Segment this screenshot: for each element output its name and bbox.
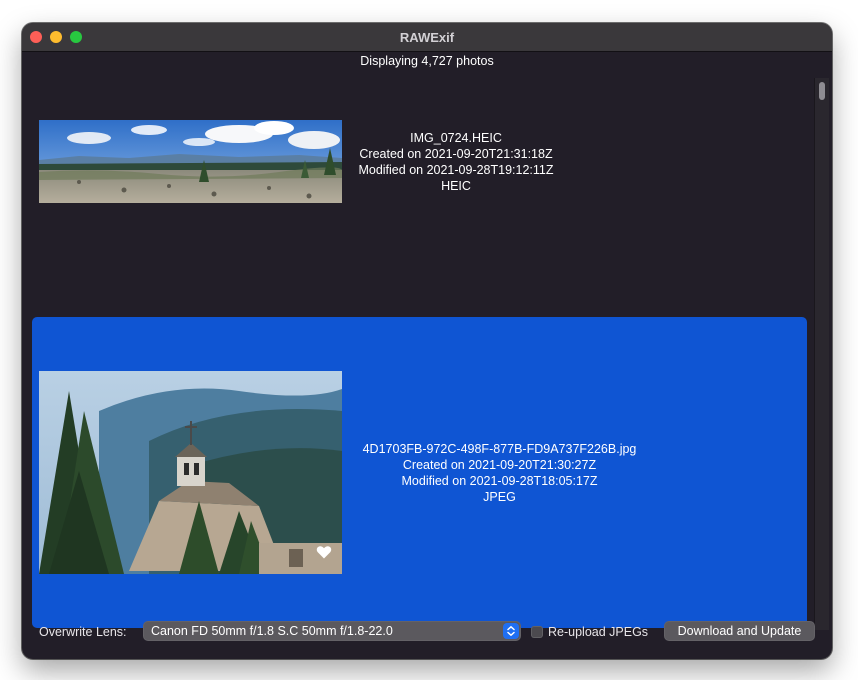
photo-format: HEIC: [441, 179, 471, 193]
photo-created-date: Created on 2021-09-20T21:31:18Z: [359, 147, 553, 161]
photo-list[interactable]: IMG_0724.HEIC Created on 2021-09-20T21:3…: [32, 75, 818, 630]
scrollbar-thumb[interactable]: [819, 82, 825, 100]
photo-row-selected[interactable]: 4D1703FB-972C-498F-877B-FD9A737F226B.jpg…: [32, 317, 807, 628]
photo-metadata: 4D1703FB-972C-498F-877B-FD9A737F226B.jpg…: [344, 441, 655, 505]
favorite-heart-icon[interactable]: [316, 544, 332, 560]
photo-thumbnail[interactable]: [39, 120, 342, 203]
photo-thumbnail[interactable]: [39, 371, 342, 574]
reupload-jpegs-label[interactable]: Re-upload JPEGs: [548, 625, 648, 639]
list-scrollbar[interactable]: [814, 78, 829, 630]
photo-count-label: Displaying 4,727 photos: [360, 54, 494, 68]
photo-filename: 4D1703FB-972C-498F-877B-FD9A737F226B.jpg: [362, 442, 637, 456]
reupload-jpegs-checkbox[interactable]: [531, 626, 543, 638]
photo-metadata: IMG_0724.HEIC Created on 2021-09-20T21:3…: [350, 130, 562, 194]
mountain-panorama-thumbnail-icon: [39, 120, 342, 203]
photo-format: JPEG: [483, 490, 516, 504]
download-and-update-button[interactable]: Download and Update: [664, 621, 815, 641]
photo-row[interactable]: IMG_0724.HEIC Created on 2021-09-20T21:3…: [32, 75, 807, 265]
app-window: RAWExif Displaying 4,727 photos IMG_0724…: [22, 23, 832, 659]
lens-select-popup[interactable]: Canon FD 50mm f/1.8 S.C 50mm f/1.8-22.0: [143, 621, 521, 641]
lodge-cupola-thumbnail-icon: [39, 371, 342, 574]
photo-filename: IMG_0724.HEIC: [410, 131, 502, 145]
photo-modified-date: Modified on 2021-09-28T19:12:11Z: [358, 163, 554, 177]
bottom-toolbar: Overwrite Lens: Canon FD 50mm f/1.8 S.C …: [22, 612, 832, 659]
chevron-up-down-icon[interactable]: [503, 623, 519, 639]
lens-select-value: Canon FD 50mm f/1.8 S.C 50mm f/1.8-22.0: [151, 624, 393, 638]
overwrite-lens-label: Overwrite Lens:: [39, 625, 127, 639]
window-title: RAWExif: [399, 30, 455, 45]
title-bar[interactable]: RAWExif: [22, 23, 832, 52]
photo-created-date: Created on 2021-09-20T21:30:27Z: [402, 458, 597, 472]
photo-modified-date: Modified on 2021-09-28T18:05:17Z: [401, 474, 598, 488]
